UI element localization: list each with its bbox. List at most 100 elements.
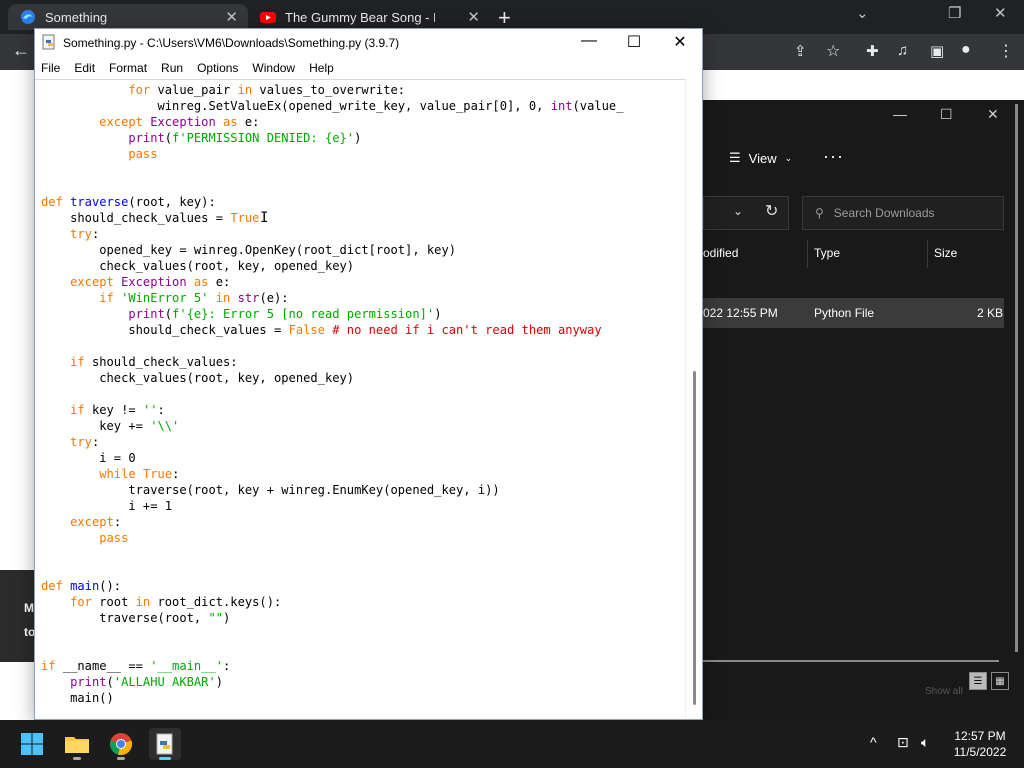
code-line: except: bbox=[41, 514, 121, 530]
code-token: try bbox=[70, 227, 92, 241]
profile-icon[interactable]: ● bbox=[961, 41, 971, 59]
column-header-modified[interactable]: odified bbox=[703, 246, 738, 260]
menu-options[interactable]: Options bbox=[197, 57, 245, 79]
file-size: 2 KB bbox=[977, 306, 1004, 320]
code-token: traverse(root, bbox=[41, 611, 209, 625]
menu-help[interactable]: Help bbox=[309, 57, 341, 79]
code-token: i = 0 bbox=[41, 451, 136, 465]
refresh-icon[interactable]: ↻ bbox=[765, 201, 778, 221]
column-divider[interactable] bbox=[807, 240, 808, 268]
volume-icon[interactable]: 🔈︎ bbox=[921, 734, 929, 751]
extensions-icon[interactable]: ✚ bbox=[866, 42, 879, 60]
browser-tab-label: Something bbox=[45, 9, 108, 25]
browser-tab-something[interactable]: Something ✕ bbox=[8, 4, 248, 30]
file-row[interactable]: 022 12:55 PM Python File 2 KB bbox=[703, 298, 1004, 328]
menu-edit[interactable]: Edit bbox=[74, 57, 102, 79]
menu-bar: File Edit Format Run Options Window Help bbox=[35, 57, 702, 79]
menu-file[interactable]: File bbox=[41, 57, 67, 79]
code-token: e: bbox=[237, 115, 260, 129]
vertical-scrollbar[interactable] bbox=[685, 79, 702, 719]
close-tab-icon[interactable]: ✕ bbox=[467, 8, 480, 26]
network-icon[interactable]: ⊡ bbox=[897, 734, 909, 751]
tray-chevron-icon[interactable]: ^ bbox=[870, 734, 877, 750]
code-token: ( bbox=[106, 675, 114, 689]
view-list-icon: ☰ bbox=[729, 150, 741, 165]
search-input[interactable]: ⚲ Search Downloads bbox=[802, 196, 1004, 230]
horizontal-scrollbar[interactable] bbox=[703, 660, 999, 662]
taskbar: ^ ⊡ 🔈︎ 12:57 PM 11/5/2022 bbox=[0, 720, 1024, 768]
tiles-view-icon[interactable]: ▦ bbox=[991, 672, 1009, 690]
chevron-down-icon[interactable]: ⌄ bbox=[733, 204, 743, 218]
system-clock[interactable]: 12:57 PM 11/5/2022 bbox=[940, 728, 1020, 760]
code-token: True bbox=[142, 467, 173, 481]
code-token: main bbox=[70, 579, 100, 593]
close-window-icon[interactable]: ✕ bbox=[987, 106, 999, 123]
chrome-icon[interactable] bbox=[105, 728, 137, 760]
close-window-icon[interactable]: ✕ bbox=[665, 32, 695, 52]
code-token: def bbox=[41, 195, 63, 209]
code-token: print bbox=[70, 675, 107, 689]
close-tab-icon[interactable]: ✕ bbox=[225, 8, 238, 26]
running-indicator bbox=[73, 757, 81, 760]
python-file-icon bbox=[42, 34, 55, 50]
code-line: traverse(root, key + winreg.EnumKey(open… bbox=[41, 482, 500, 498]
menu-window[interactable]: Window bbox=[252, 57, 302, 79]
code-token: opened_key = winreg.OpenKey(root_dict[ro… bbox=[41, 243, 457, 257]
idle-python-icon[interactable] bbox=[149, 728, 181, 760]
sidebar-icon[interactable]: ▣ bbox=[930, 42, 944, 60]
code-token: root bbox=[91, 595, 136, 609]
maximize-icon[interactable]: ☐ bbox=[619, 32, 649, 52]
windows-logo-icon bbox=[21, 733, 43, 755]
file-explorer-icon[interactable] bbox=[61, 728, 93, 760]
code-token: : bbox=[157, 403, 165, 417]
scrollbar-thumb[interactable] bbox=[693, 371, 696, 705]
code-token: 'WinError 5' bbox=[121, 291, 209, 305]
folder-icon bbox=[65, 737, 89, 753]
scrollbar-thumb[interactable] bbox=[1015, 104, 1018, 652]
menu-run[interactable]: Run bbox=[161, 57, 190, 79]
windows-start-icon[interactable] bbox=[16, 728, 48, 760]
details-view-icon[interactable]: ☰ bbox=[969, 672, 987, 690]
code-token: ( bbox=[164, 131, 173, 145]
vertical-scrollbar[interactable] bbox=[1015, 100, 1018, 660]
menu-format[interactable]: Format bbox=[109, 57, 154, 79]
view-button[interactable]: ☰ View ⌄ bbox=[729, 150, 792, 166]
code-token: pass bbox=[128, 147, 158, 161]
code-token: main() bbox=[41, 691, 114, 705]
code-token: check_values(root, key, opened_key) bbox=[41, 371, 355, 385]
code-token: if bbox=[70, 403, 85, 417]
maximize-icon[interactable]: ☐ bbox=[940, 106, 953, 123]
code-line: def main(): bbox=[41, 578, 121, 594]
file-modified: 022 12:55 PM bbox=[703, 306, 778, 320]
share-icon[interactable]: ⇪ bbox=[794, 42, 807, 60]
minimize-icon[interactable]: — bbox=[893, 106, 907, 122]
code-line: pass bbox=[41, 146, 158, 162]
code-line: print('ALLAHU AKBAR') bbox=[41, 674, 223, 690]
code-token: traverse(root, key + winreg.EnumKey(open… bbox=[41, 483, 500, 497]
column-header-type[interactable]: Type bbox=[814, 246, 840, 260]
column-divider[interactable] bbox=[927, 240, 928, 268]
active-indicator bbox=[159, 757, 171, 760]
more-options-button[interactable]: ··· bbox=[823, 146, 844, 167]
close-window-icon[interactable]: ✕ bbox=[994, 4, 1007, 22]
code-token: key != bbox=[84, 403, 143, 417]
idle-titlebar[interactable]: Something.py - C:\Users\VM6\Downloads\So… bbox=[35, 29, 702, 57]
code-line: should_check_values = False # no need if… bbox=[41, 322, 601, 338]
code-token: as bbox=[193, 275, 209, 289]
restore-icon[interactable]: ❐ bbox=[948, 4, 961, 22]
back-arrow-icon[interactable]: ← bbox=[12, 40, 30, 61]
code-token: value_pair bbox=[150, 83, 238, 97]
code-token: f'PERMISSION DENIED: {e}' bbox=[172, 131, 355, 145]
column-header-size[interactable]: Size bbox=[934, 246, 957, 260]
minimize-icon[interactable]: — bbox=[574, 32, 604, 50]
code-token: int bbox=[550, 99, 573, 113]
media-icon[interactable]: ♫ bbox=[897, 42, 908, 59]
code-editor[interactable]: for value_pair in values_to_overwrite: w… bbox=[35, 79, 685, 719]
minimize-icon[interactable]: ⌄ bbox=[856, 4, 869, 22]
code-token: : bbox=[113, 515, 122, 529]
menu-icon[interactable]: ⋮ bbox=[998, 41, 1014, 61]
browser-tab-gummy-bear[interactable]: The Gummy Bear Song - Long Er ✕ bbox=[252, 4, 490, 30]
star-icon[interactable]: ☆ bbox=[826, 41, 840, 61]
